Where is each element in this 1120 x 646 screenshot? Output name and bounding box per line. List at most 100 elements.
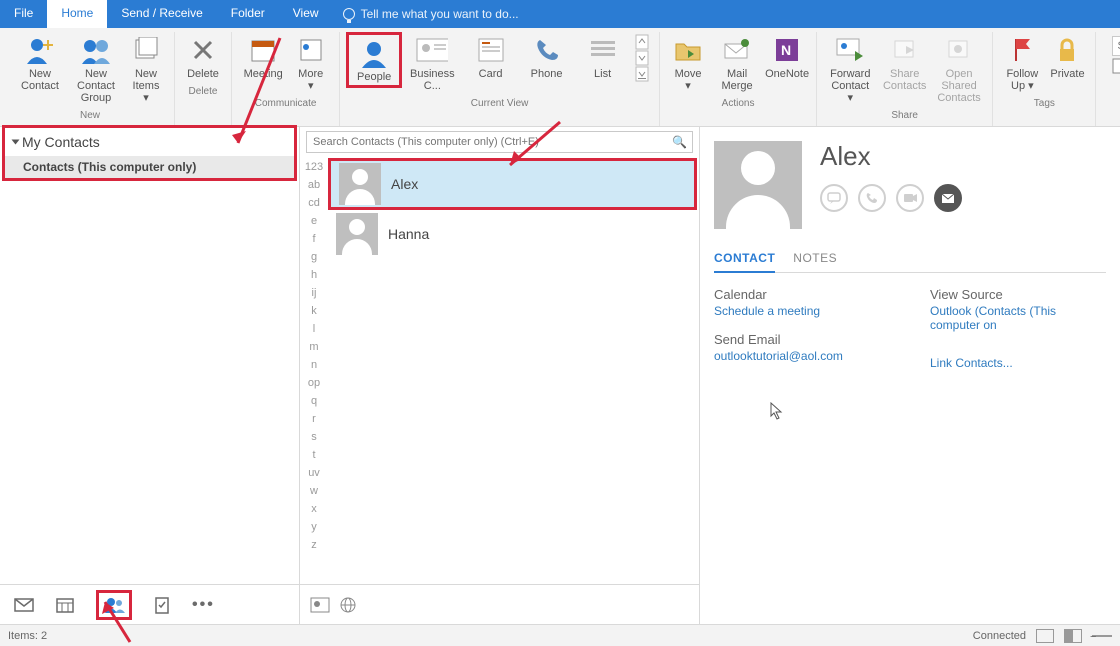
alpha-op[interactable]: op xyxy=(308,377,320,389)
tasks-switch-icon[interactable] xyxy=(154,596,170,614)
group-communicate-label: Communicate xyxy=(255,96,317,113)
calendar-switch-icon[interactable] xyxy=(56,597,74,613)
tab-file[interactable]: File xyxy=(0,0,47,28)
email-action-icon[interactable] xyxy=(934,184,962,212)
onenote-button[interactable]: N OneNote xyxy=(764,32,810,84)
address-book-icon xyxy=(1112,58,1120,74)
new-items-button[interactable]: New Items ▾ xyxy=(124,32,168,108)
forward-contact-icon xyxy=(834,34,866,66)
more-communicate-button[interactable]: More ▾ xyxy=(288,32,333,96)
lock-icon xyxy=(1051,34,1083,66)
alpha-n[interactable]: n xyxy=(311,359,317,371)
phone-view-button[interactable]: Phone xyxy=(519,32,575,84)
alpha-y[interactable]: y xyxy=(311,521,317,533)
alpha-f[interactable]: f xyxy=(312,233,315,245)
search-contacts-input[interactable] xyxy=(306,131,693,153)
view-gallery-scroll[interactable] xyxy=(631,32,653,88)
tell-me-label: Tell me what you want to do... xyxy=(361,7,519,21)
tab-send-receive[interactable]: Send / Receive xyxy=(107,0,216,28)
group-new-label: New xyxy=(80,108,100,125)
alpha-m[interactable]: m xyxy=(309,341,318,353)
contact-row[interactable]: Hanna xyxy=(328,211,699,257)
delete-button[interactable]: Delete xyxy=(181,32,225,84)
people-switch-icon[interactable] xyxy=(96,590,132,620)
link-contacts-link[interactable]: Link Contacts... xyxy=(930,356,1013,370)
email-address-link[interactable]: outlooktutorial@aol.com xyxy=(714,349,843,363)
normal-view-icon[interactable] xyxy=(1036,629,1054,643)
onenote-icon: N xyxy=(771,34,803,66)
zoom-slider-icon[interactable]: − xyxy=(1092,635,1112,637)
list-view-button[interactable]: List xyxy=(575,32,631,84)
alpha-r[interactable]: r xyxy=(312,413,316,425)
view-source-heading: View Source xyxy=(930,287,1106,302)
alpha-ij[interactable]: ij xyxy=(312,287,317,299)
tab-folder[interactable]: Folder xyxy=(217,0,279,28)
card-view-button[interactable]: Card xyxy=(463,32,519,84)
new-contact-group-button[interactable]: New Contact Group xyxy=(68,32,124,108)
schedule-meeting-link[interactable]: Schedule a meeting xyxy=(714,304,820,318)
alpha-l[interactable]: l xyxy=(313,323,315,335)
search-people-input[interactable] xyxy=(1112,36,1120,56)
alpha-cd[interactable]: cd xyxy=(308,197,320,209)
more-switch-icon[interactable]: ••• xyxy=(192,596,215,614)
status-connected: Connected xyxy=(973,630,1026,642)
mail-merge-icon xyxy=(721,34,753,66)
call-action-icon[interactable] xyxy=(858,184,886,212)
address-book-button[interactable]: Address Book xyxy=(1112,58,1120,74)
share-contacts-button[interactable]: Share Contacts xyxy=(877,32,931,96)
people-view-button[interactable]: People xyxy=(346,32,402,88)
contact-card-icon[interactable] xyxy=(310,597,330,613)
contact-name-label: Hanna xyxy=(388,226,429,242)
mail-merge-button[interactable]: Mail Merge xyxy=(710,32,764,96)
alpha-index[interactable]: 123 ab cd efgh ij klmn op qrst uv wxyz xyxy=(300,157,328,584)
notes-tab[interactable]: NOTES xyxy=(793,247,837,272)
group-tags-label: Tags xyxy=(1034,96,1055,113)
group-share-label: Share xyxy=(891,108,918,125)
im-action-icon[interactable] xyxy=(820,184,848,212)
avatar-icon xyxy=(339,163,381,205)
globe-icon[interactable] xyxy=(340,597,356,613)
video-action-icon[interactable] xyxy=(896,184,924,212)
alpha-uv[interactable]: uv xyxy=(308,467,320,479)
move-button[interactable]: Move ▾ xyxy=(666,32,710,96)
mail-switch-icon[interactable] xyxy=(14,598,34,612)
alpha-ab[interactable]: ab xyxy=(308,179,320,191)
alpha-z[interactable]: z xyxy=(311,539,317,551)
person-plus-icon xyxy=(24,34,56,66)
my-contacts-header[interactable]: My Contacts xyxy=(5,128,294,156)
alpha-s[interactable]: s xyxy=(311,431,317,443)
tell-me[interactable]: Tell me what you want to do... xyxy=(333,0,529,28)
alpha-h[interactable]: h xyxy=(311,269,317,281)
open-shared-button[interactable]: Open Shared Contacts xyxy=(932,32,986,108)
alpha-e[interactable]: e xyxy=(311,215,317,227)
alpha-w[interactable]: w xyxy=(310,485,318,497)
alpha-g[interactable]: g xyxy=(311,251,317,263)
alpha-x[interactable]: x xyxy=(311,503,317,515)
tab-home[interactable]: Home xyxy=(47,0,107,28)
reading-view-icon[interactable] xyxy=(1064,629,1082,643)
new-contact-button[interactable]: New Contact xyxy=(12,32,68,96)
contact-name-label: Alex xyxy=(391,176,418,192)
card-icon xyxy=(475,34,507,66)
open-shared-icon xyxy=(943,34,975,66)
alpha-k[interactable]: k xyxy=(311,305,317,317)
contact-row[interactable]: Alex xyxy=(331,161,694,207)
business-card-icon xyxy=(416,34,448,66)
follow-up-button[interactable]: Follow Up ▾ xyxy=(999,32,1045,96)
tab-view[interactable]: View xyxy=(279,0,333,28)
group-current-view-label: Current View xyxy=(471,96,529,113)
alpha-123[interactable]: 123 xyxy=(305,161,323,173)
send-email-heading: Send Email xyxy=(714,332,890,347)
calendar-icon xyxy=(247,34,279,66)
status-items: Items: 2 xyxy=(8,630,47,642)
search-icon[interactable]: 🔍 xyxy=(672,135,687,149)
meeting-button[interactable]: Meeting xyxy=(238,32,288,84)
alpha-t[interactable]: t xyxy=(312,449,315,461)
private-button[interactable]: Private xyxy=(1045,32,1089,84)
nav-contacts-local[interactable]: Contacts (This computer only) xyxy=(5,156,294,178)
alpha-q[interactable]: q xyxy=(311,395,317,407)
source-link[interactable]: Outlook (Contacts (This computer on xyxy=(930,304,1106,332)
forward-contact-button[interactable]: Forward Contact ▾ xyxy=(823,32,877,108)
contact-tab[interactable]: CONTACT xyxy=(714,247,775,273)
business-card-button[interactable]: Business C... xyxy=(402,32,462,96)
